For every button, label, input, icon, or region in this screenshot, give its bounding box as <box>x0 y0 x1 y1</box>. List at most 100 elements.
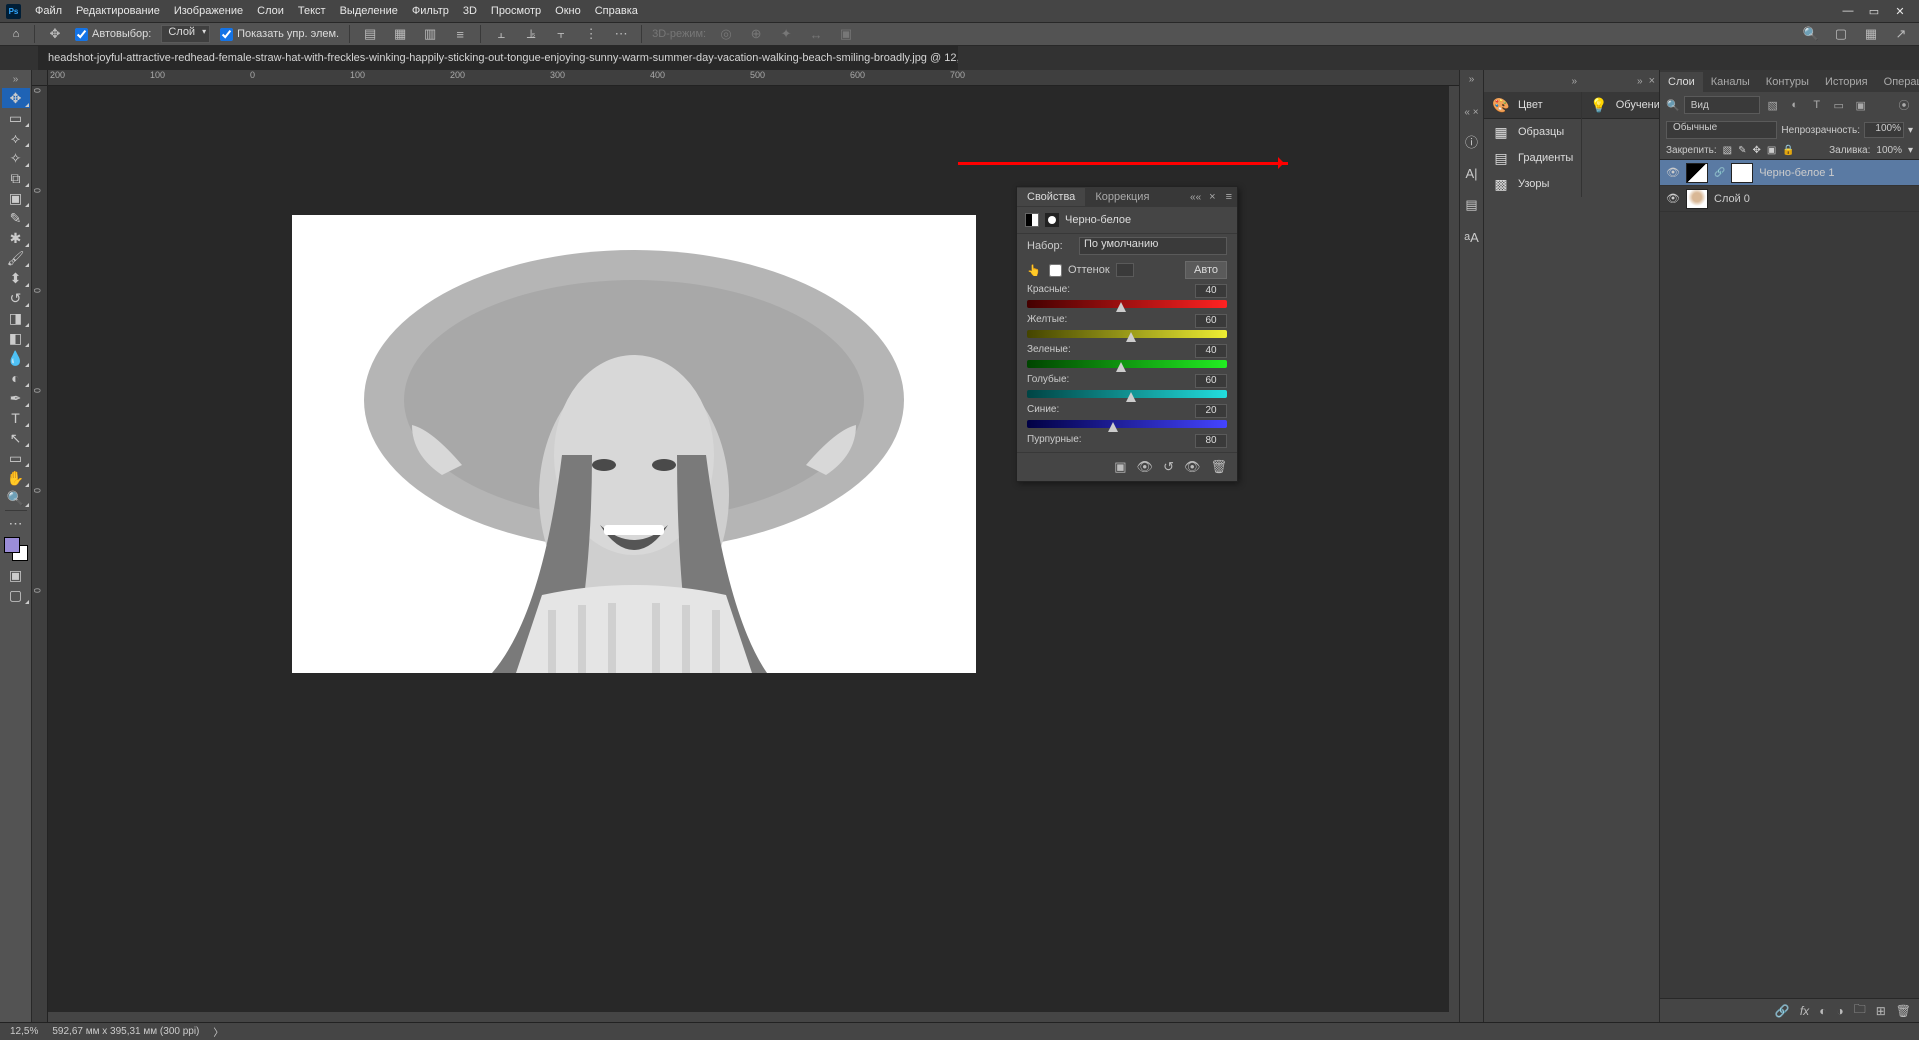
adjustment-layer-icon[interactable]: ◑ <box>1836 1004 1843 1018</box>
menu-select[interactable]: Выделение <box>334 3 404 19</box>
group-icon[interactable]: 🗀 <box>1854 1000 1866 1021</box>
collapse-props-icon[interactable]: «« <box>1187 192 1204 203</box>
show-controls-check[interactable]: Показать упр. элем. <box>220 28 339 41</box>
magic-wand-tool[interactable]: ✧ <box>2 148 30 168</box>
healing-brush-tool[interactable]: ✱ <box>2 228 30 248</box>
clone-stamp-tool[interactable]: ⬍ <box>2 268 30 288</box>
view-previous-icon[interactable]: 👁 <box>1137 459 1154 475</box>
reset-icon[interactable]: ↺ <box>1163 459 1174 475</box>
quickmask-tool[interactable]: ▣ <box>2 565 30 585</box>
status-more-icon[interactable]: 〉 <box>213 1024 223 1039</box>
minimize-icon[interactable]: — <box>1835 2 1861 20</box>
slider-track[interactable] <box>1027 330 1227 338</box>
tint-color-swatch[interactable] <box>1116 263 1134 277</box>
layer-name[interactable]: Черно-белое 1 <box>1759 167 1834 179</box>
layer-mask-icon[interactable]: ◐ <box>1819 1004 1826 1018</box>
tab-history[interactable]: История <box>1817 72 1876 92</box>
share-icon[interactable]: ↗ <box>1891 24 1911 44</box>
lock-artboard-icon[interactable]: ▣ <box>1767 145 1776 156</box>
slider-value[interactable]: 40 <box>1195 284 1227 298</box>
blur-tool[interactable]: 💧 <box>2 348 30 368</box>
maximize-icon[interactable]: ▭ <box>1861 2 1887 20</box>
arrange-icon[interactable]: ▦ <box>1861 24 1881 44</box>
type-tool[interactable]: T <box>2 408 30 428</box>
menu-window[interactable]: Окно <box>549 3 587 19</box>
fill-value[interactable]: 100% <box>1876 145 1902 156</box>
slider-value[interactable]: 40 <box>1195 344 1227 358</box>
filter-smart-icon[interactable]: ▣ <box>1852 96 1870 114</box>
menu-file[interactable]: Файл <box>29 3 68 19</box>
layer-item[interactable]: 👁 Слой 0 <box>1660 186 1919 212</box>
document-tab[interactable]: headshot-joyful-attractive-redhead-femal… <box>38 46 958 70</box>
path-select-tool[interactable]: ↖ <box>2 428 30 448</box>
marquee-tool[interactable]: ▭ <box>2 108 30 128</box>
dodge-tool[interactable]: ◐ <box>2 368 30 388</box>
screenmode-tool[interactable]: ▢ <box>2 585 30 605</box>
tab-layers[interactable]: Слои <box>1660 72 1703 92</box>
align-center-h-icon[interactable]: ▦ <box>390 24 410 44</box>
preset-select[interactable]: По умолчанию <box>1079 237 1227 255</box>
delete-layer-icon[interactable]: 🗑 <box>1896 1004 1911 1018</box>
filter-type-icon[interactable]: T <box>1808 96 1826 114</box>
history-brush-tool[interactable]: ↺ <box>2 288 30 308</box>
fill-dropdown-icon[interactable]: ▾ <box>1908 145 1913 156</box>
layer-item[interactable]: 👁 🔗 Черно-белое 1 <box>1660 160 1919 186</box>
auto-button[interactable]: Авто <box>1185 261 1227 279</box>
targeted-adjust-icon[interactable]: 👆 <box>1027 264 1043 277</box>
tab-paths[interactable]: Контуры <box>1758 72 1817 92</box>
collapse-tools-icon[interactable]: » <box>13 74 19 85</box>
edit-toolbar-icon[interactable]: ⋯ <box>2 513 30 533</box>
frame-tool[interactable]: ▣ <box>2 188 30 208</box>
home-icon[interactable]: ⌂ <box>8 26 24 42</box>
visibility-icon[interactable]: 👁 <box>1666 166 1680 179</box>
menu-3d[interactable]: 3D <box>457 3 483 19</box>
menu-text[interactable]: Текст <box>292 3 332 19</box>
slider-track[interactable] <box>1027 420 1227 428</box>
props-menu-icon[interactable]: ≡ <box>1221 191 1237 203</box>
paragraph-panel-icon[interactable]: ▤ <box>1463 196 1481 214</box>
menu-help[interactable]: Справка <box>589 3 644 19</box>
new-layer-icon[interactable]: ⊞ <box>1876 1004 1886 1018</box>
close-panel-icon[interactable]: × <box>1649 75 1655 87</box>
hand-tool[interactable]: ✋ <box>2 468 30 488</box>
layer-name[interactable]: Слой 0 <box>1714 193 1750 205</box>
close-panels-icon[interactable]: « × <box>1464 107 1478 118</box>
menu-filter[interactable]: Фильтр <box>406 3 455 19</box>
lock-pixels-icon[interactable]: ▧ <box>1723 145 1732 156</box>
fg-color-swatch[interactable] <box>4 537 20 553</box>
auto-select-target[interactable]: Слой <box>161 25 210 43</box>
gradients-panel-btn[interactable]: ▤Градиенты <box>1484 145 1581 171</box>
expand-panels-icon[interactable]: » <box>1469 74 1475 85</box>
eraser-tool[interactable]: ◨ <box>2 308 30 328</box>
align-right-icon[interactable]: ▥ <box>420 24 440 44</box>
search-icon[interactable]: 🔍 <box>1801 24 1821 44</box>
ruler-vertical[interactable]: 000000 <box>32 86 48 1022</box>
lock-position-icon[interactable]: ✥ <box>1753 145 1761 156</box>
distribute-icon[interactable]: ≡ <box>450 24 470 44</box>
toggle-visibility-icon[interactable]: 👁 <box>1184 459 1201 475</box>
distribute-v-icon[interactable]: ⋮ <box>581 24 601 44</box>
tab-actions[interactable]: Операции <box>1876 72 1919 92</box>
tab-properties[interactable]: Свойства <box>1017 188 1085 206</box>
zoom-tool[interactable]: 🔍 <box>2 488 30 508</box>
close-icon[interactable]: ✕ <box>1887 2 1913 20</box>
layer-thumb-icon[interactable] <box>1686 189 1708 209</box>
menu-image[interactable]: Изображение <box>168 3 249 19</box>
gradient-tool[interactable]: ◧ <box>2 328 30 348</box>
lock-paint-icon[interactable]: ✎ <box>1738 145 1746 156</box>
bw-adjust-icon[interactable] <box>1025 213 1039 227</box>
close-props-icon[interactable]: × <box>1204 191 1220 203</box>
lock-all-icon[interactable]: 🔒 <box>1782 145 1794 156</box>
scrollbar-h[interactable] <box>48 1012 1459 1022</box>
info-panel-icon[interactable]: ⓘ <box>1463 132 1481 150</box>
ruler-horizontal[interactable]: 2001000100200300400500600700 <box>48 70 1459 86</box>
crop-tool[interactable]: ⧉ <box>2 168 30 188</box>
shape-tool[interactable]: ▭ <box>2 448 30 468</box>
filter-shape-icon[interactable]: ▭ <box>1830 96 1848 114</box>
document-dimensions[interactable]: 592,67 мм x 395,31 мм (300 ppi) <box>52 1026 199 1037</box>
eyedropper-tool[interactable]: ✎ <box>2 208 30 228</box>
adjustment-thumb-icon[interactable] <box>1686 163 1708 183</box>
menu-view[interactable]: Просмотр <box>485 3 547 19</box>
collapse-icon[interactable]: » <box>1571 76 1577 87</box>
menu-layers[interactable]: Слои <box>251 3 290 19</box>
